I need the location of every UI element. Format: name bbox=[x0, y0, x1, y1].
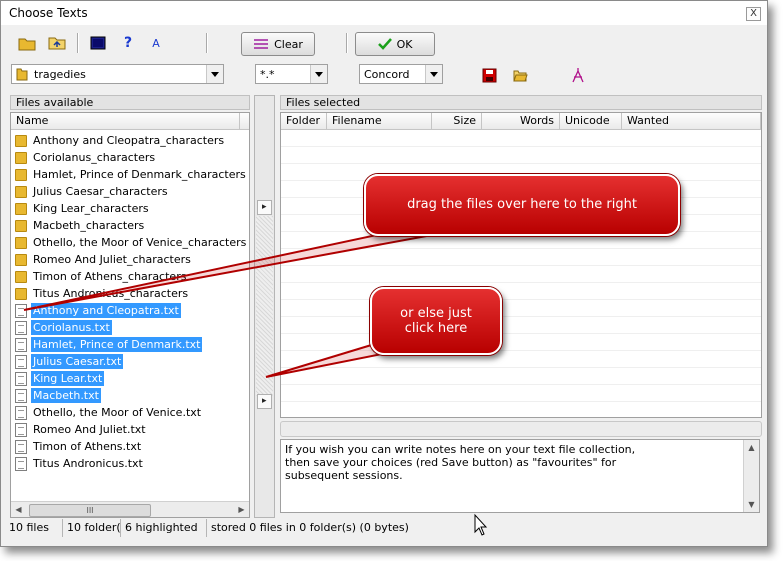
click-callout-line: click here bbox=[404, 321, 468, 336]
drag-callout: drag the files over here to the right bbox=[364, 174, 680, 236]
annotation-arrows bbox=[23, 221, 488, 536]
click-callout-line: or else just bbox=[400, 306, 472, 321]
mouse-cursor-icon bbox=[474, 513, 488, 536]
click-callout: or else just click here bbox=[370, 287, 502, 355]
